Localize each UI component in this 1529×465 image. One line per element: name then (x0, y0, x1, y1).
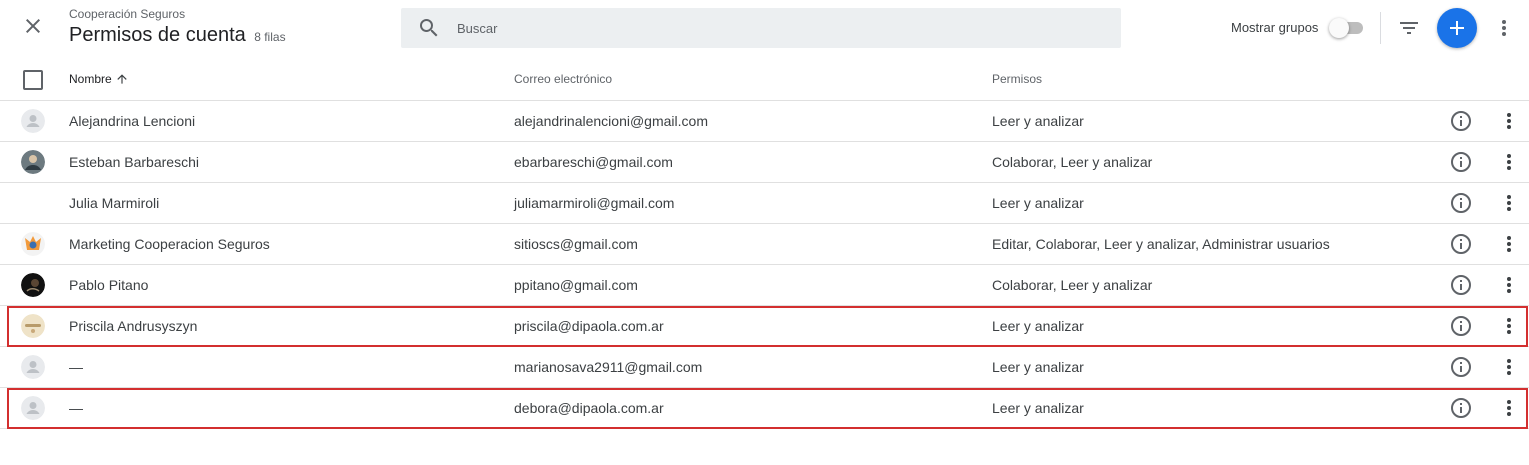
table-row[interactable]: Pablo Pitano ppitano@gmail.com Colaborar, … (0, 265, 1529, 306)
table-row[interactable]: Julia Marmiroli juliamarmiroli@gmail.com L… (0, 183, 1529, 224)
table-row[interactable]: Priscila Andrusyszyn priscila@dipaola.com… (0, 306, 1529, 347)
avatar (21, 396, 45, 420)
info-icon[interactable] (1449, 109, 1473, 133)
more-vert-icon[interactable] (1497, 109, 1521, 133)
table-row[interactable]: Marketing Cooperacion Seguros sitioscs@gm… (0, 224, 1529, 265)
account-name: Cooperación Seguros (69, 7, 186, 21)
avatar (21, 150, 45, 174)
header-divider (1380, 12, 1381, 44)
header-bar: Cooperación Seguros Permisos de cuenta 8… (0, 0, 1529, 56)
row-count: 8 filas (254, 30, 286, 44)
avatar (21, 355, 45, 379)
user-email: ebarbareschi@gmail.com (514, 154, 673, 170)
user-name: — (69, 400, 83, 416)
user-permissions: Editar, Colaborar, Leer y analizar, Admi… (992, 236, 1330, 252)
more-vert-icon[interactable] (1497, 355, 1521, 379)
info-icon[interactable] (1449, 314, 1473, 338)
more-vert-icon[interactable] (1497, 396, 1521, 420)
filter-icon[interactable] (1397, 16, 1421, 40)
info-icon[interactable] (1449, 396, 1473, 420)
table-row[interactable]: — marianosava2911@gmail.com Leer y analiza… (0, 347, 1529, 388)
user-name: — (69, 359, 83, 375)
avatar (21, 109, 45, 133)
search-box[interactable] (401, 8, 1121, 48)
avatar (21, 314, 45, 338)
row-highlight-box (7, 306, 1528, 347)
column-header-name[interactable]: Nombre (69, 72, 129, 86)
column-header-email[interactable]: Correo electrónico (514, 72, 612, 86)
table-row[interactable]: Esteban Barbareschi ebarbareschi@gmail.co… (0, 142, 1529, 183)
more-vert-icon[interactable] (1497, 314, 1521, 338)
table-header: Nombre Correo electrónico Permisos (0, 59, 1529, 101)
user-name: Pablo Pitano (69, 277, 149, 293)
user-name: Marketing Cooperacion Seguros (69, 236, 270, 252)
user-email: juliamarmiroli@gmail.com (514, 195, 675, 211)
avatar (21, 191, 45, 215)
add-user-button[interactable] (1437, 8, 1477, 48)
user-name: Priscila Andrusyszyn (69, 318, 198, 334)
more-vert-icon[interactable] (1497, 191, 1521, 215)
more-vert-icon[interactable] (1497, 273, 1521, 297)
info-icon[interactable] (1449, 232, 1473, 256)
more-vert-icon[interactable] (1492, 16, 1516, 40)
search-input[interactable] (457, 8, 1097, 48)
close-icon[interactable] (21, 14, 45, 38)
info-icon[interactable] (1449, 191, 1473, 215)
user-name: Esteban Barbareschi (69, 154, 199, 170)
user-permissions: Leer y analizar (992, 318, 1084, 334)
toggle-knob (1329, 18, 1349, 38)
user-email: sitioscs@gmail.com (514, 236, 638, 252)
info-icon[interactable] (1449, 273, 1473, 297)
user-permissions: Colaborar, Leer y analizar (992, 277, 1153, 293)
user-list: Alejandrina Lencioni alejandrinalencioni@… (0, 101, 1529, 429)
search-icon (417, 16, 441, 40)
table-row[interactable]: — debora@dipaola.com.ar Leer y analizar (0, 388, 1529, 429)
page-title: Permisos de cuenta (69, 24, 246, 46)
user-name: Julia Marmiroli (69, 195, 160, 211)
more-vert-icon[interactable] (1497, 150, 1521, 174)
user-permissions: Leer y analizar (992, 400, 1084, 416)
show-groups-label: Mostrar grupos (1231, 20, 1319, 35)
user-name: Alejandrina Lencioni (69, 113, 196, 129)
column-header-permissions[interactable]: Permisos (992, 72, 1042, 86)
user-permissions: Leer y analizar (992, 113, 1084, 129)
row-highlight-box (7, 388, 1528, 429)
user-email: alejandrinalencioni@gmail.com (514, 113, 708, 129)
avatar (21, 273, 45, 297)
more-vert-icon[interactable] (1497, 232, 1521, 256)
avatar (21, 232, 45, 256)
info-icon[interactable] (1449, 150, 1473, 174)
user-permissions: Leer y analizar (992, 359, 1084, 375)
user-email: marianosava2911@gmail.com (514, 359, 703, 375)
user-permissions: Leer y analizar (992, 195, 1084, 211)
table-row[interactable]: Alejandrina Lencioni alejandrinalencioni@… (0, 101, 1529, 142)
info-icon[interactable] (1449, 355, 1473, 379)
user-permissions: Colaborar, Leer y analizar (992, 154, 1153, 170)
user-email: priscila@dipaola.com.ar (514, 318, 664, 334)
select-all-checkbox[interactable] (23, 70, 43, 90)
user-email: ppitano@gmail.com (514, 277, 638, 293)
plus-icon (1450, 21, 1464, 35)
title-group: Permisos de cuenta 8 filas (69, 24, 286, 47)
user-email: debora@dipaola.com.ar (514, 400, 664, 416)
arrow-up-icon (117, 74, 127, 84)
column-header-name-label: Nombre (69, 72, 112, 86)
show-groups-toggle[interactable] (1329, 18, 1365, 38)
